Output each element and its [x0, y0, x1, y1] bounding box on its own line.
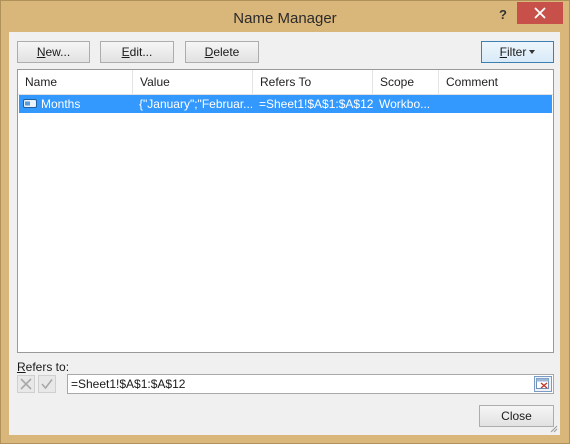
row-scope: Workbo...: [379, 97, 431, 111]
list-header: Name Value Refers To Scope Comment: [18, 70, 553, 95]
window-title: Name Manager: [233, 10, 337, 27]
row-comment: [446, 95, 546, 113]
column-header-refers-to[interactable]: Refers To: [253, 70, 373, 94]
name-manager-window: Name Manager ? New... Edit... Delete Fil…: [0, 0, 570, 444]
cancel-edit-button[interactable]: [17, 375, 35, 393]
refers-to-label-text: efers to:: [25, 360, 70, 374]
delete-button-label: elete: [213, 45, 240, 59]
edit-button[interactable]: Edit...: [100, 41, 174, 63]
confirm-icon: [41, 379, 53, 390]
dialog-body: New... Edit... Delete Filter Name Value …: [9, 32, 560, 435]
cancel-icon: [20, 378, 32, 390]
collapse-dialog-button[interactable]: [534, 376, 552, 392]
list-item[interactable]: Months {"January";"Februar... =Sheet1!$A…: [19, 95, 552, 113]
confirm-edit-button[interactable]: [38, 375, 56, 393]
row-refers-to: =Sheet1!$A$1:$A$12: [259, 97, 374, 111]
column-header-value[interactable]: Value: [133, 70, 253, 94]
edit-button-label: dit...: [129, 45, 153, 59]
close-icon: [534, 7, 546, 19]
column-header-name[interactable]: Name: [18, 70, 133, 94]
names-list[interactable]: Name Value Refers To Scope Comment Month…: [17, 69, 554, 353]
refers-to-input[interactable]: [71, 376, 526, 392]
refers-to-mnemonic: R: [17, 360, 26, 374]
row-value: {"January";"Februar...: [139, 97, 252, 111]
column-header-comment[interactable]: Comment: [439, 70, 553, 94]
delete-button[interactable]: Delete: [185, 41, 259, 63]
column-header-scope[interactable]: Scope: [373, 70, 439, 94]
collapse-dialog-icon: [536, 378, 549, 389]
delete-button-mnemonic: D: [204, 45, 214, 59]
new-button-label: ew...: [45, 45, 71, 59]
filter-button[interactable]: Filter: [481, 41, 554, 63]
help-icon[interactable]: ?: [491, 7, 515, 25]
filter-button-label: ilter: [507, 45, 527, 59]
close-button[interactable]: Close: [479, 405, 554, 427]
row-name: Months: [41, 97, 81, 111]
refers-to-field: [67, 374, 554, 394]
refers-to-label: Refers to:: [17, 360, 69, 374]
filter-button-mnemonic: F: [499, 45, 507, 59]
chevron-down-icon: [529, 49, 536, 54]
close-window-button[interactable]: [517, 2, 563, 24]
name-icon: [23, 99, 37, 108]
resize-grip-icon[interactable]: [548, 423, 558, 433]
new-button[interactable]: New...: [17, 41, 90, 63]
edit-button-mnemonic: E: [121, 45, 130, 59]
